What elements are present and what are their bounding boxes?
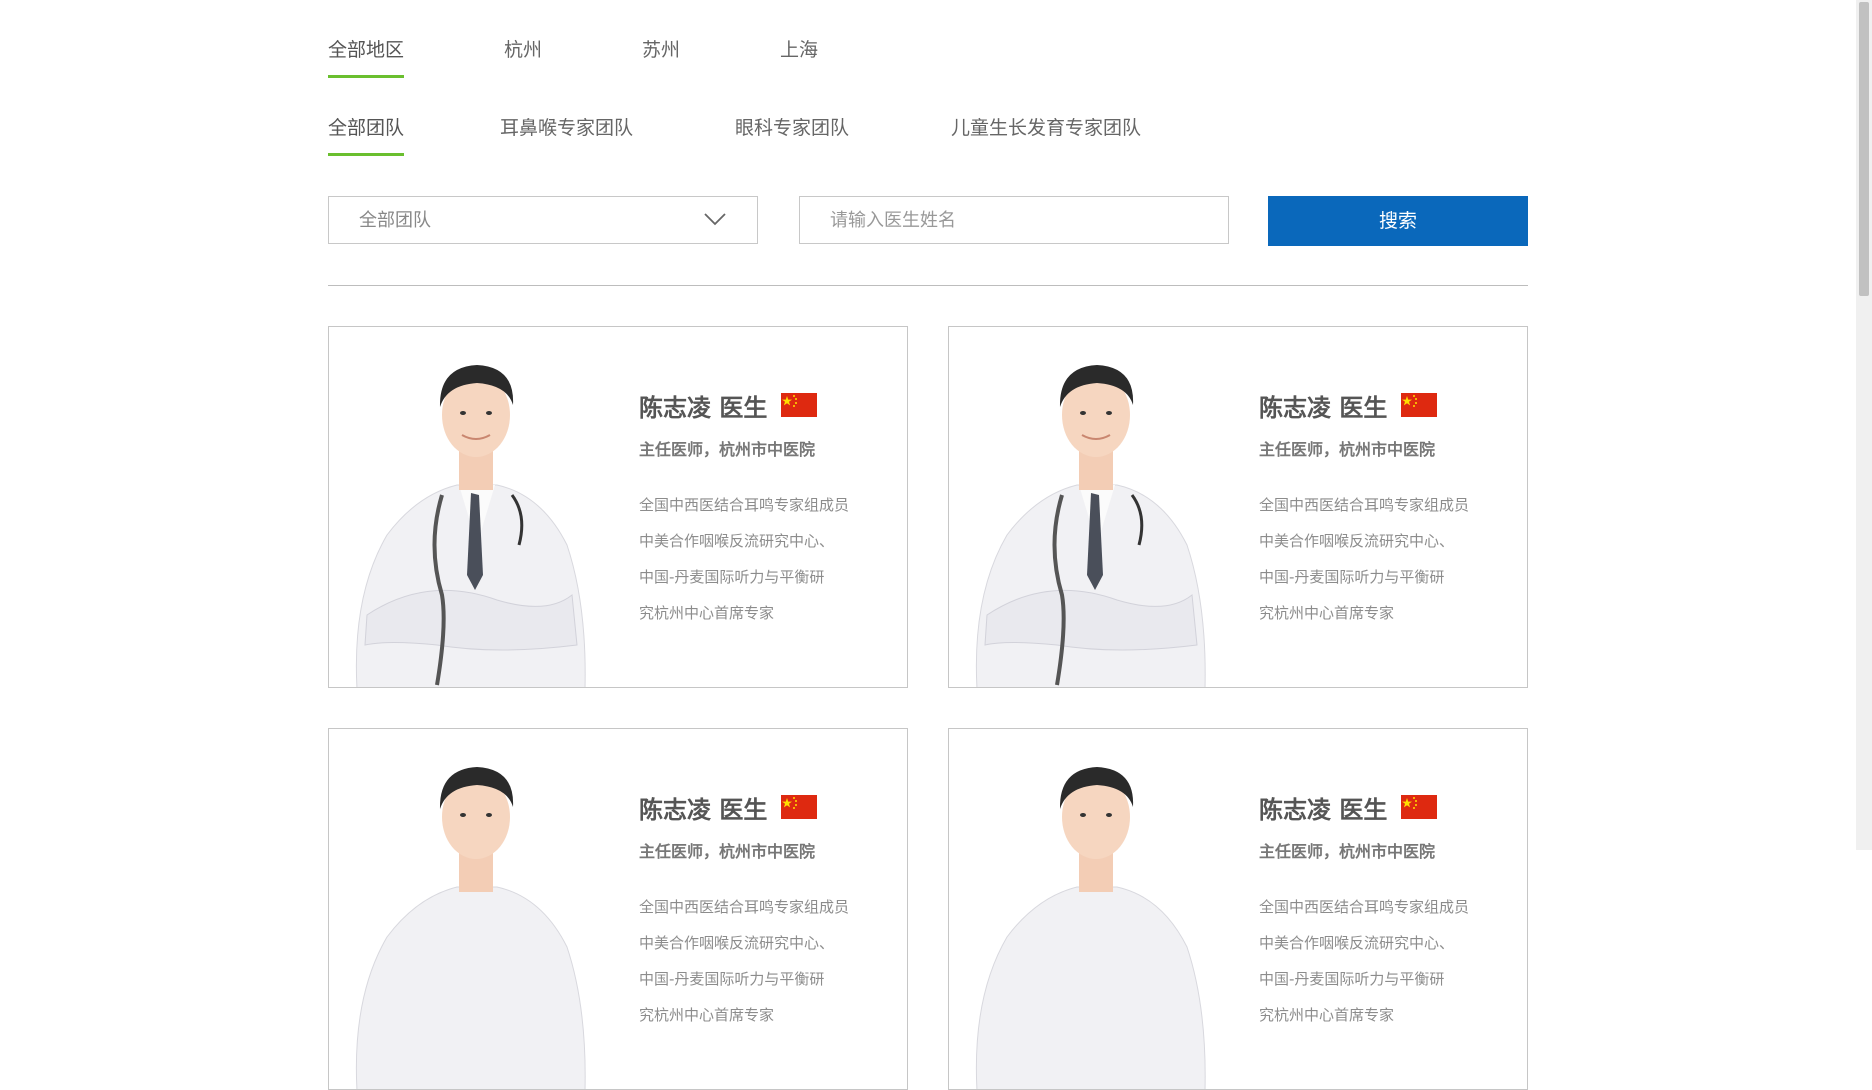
doctor-desc-line: 中国-丹麦国际听力与平衡研 [639, 970, 825, 988]
doctor-photo [355, 767, 586, 1089]
tab-region-shanghai[interactable]: 上海 [780, 30, 818, 74]
doctor-photo [975, 767, 1206, 1089]
doctor-info: 陈志凌 医生 主任医师，杭州市中医院 全国中西医结合耳鸣专家组成员 中美合作咽喉… [1259, 787, 1519, 1033]
scrollbar-thumb[interactable] [1859, 2, 1869, 296]
doctor-photo [355, 365, 586, 687]
doctor-title: 主任医师，杭州市中医院 [1259, 842, 1436, 861]
doctor-description: 全国中西医结合耳鸣专家组成员 中美合作咽喉反流研究中心、 中国-丹麦国际听力与平… [639, 487, 899, 631]
search-button[interactable]: 搜索 [1268, 196, 1528, 246]
doctor-info: 陈志凌 医生 主任医师，杭州市中医院 全国中西医结合耳鸣专家组成员 中美合作咽喉… [639, 385, 899, 631]
doctor-desc-line: 全国中西医结合耳鸣专家组成员 [1259, 898, 1470, 916]
doctor-name: 陈志凌 医生 [639, 393, 768, 422]
doctor-info: 陈志凌 医生 主任医师，杭州市中医院 全国中西医结合耳鸣专家组成员 中美合作咽喉… [1259, 385, 1519, 631]
doctor-name: 陈志凌 医生 [1259, 393, 1388, 422]
doctor-desc-line: 中美合作咽喉反流研究中心、 [639, 532, 835, 550]
china-flag-icon [781, 393, 818, 417]
doctor-desc-line: 中美合作咽喉反流研究中心、 [1259, 934, 1455, 952]
doctor-desc-line: 究杭州中心首席专家 [639, 604, 775, 622]
doctor-card[interactable]: 陈志凌 医生 主任医师，杭州市中医院 全国中西医结合耳鸣专家组成员 中美合作咽喉… [948, 728, 1528, 1090]
tab-region-suzhou[interactable]: 苏州 [642, 30, 680, 74]
doctor-name-input-box [799, 196, 1229, 244]
doctor-title: 主任医师，杭州市中医院 [639, 440, 816, 459]
doctor-desc-line: 究杭州中心首席专家 [1259, 604, 1395, 622]
vertical-scrollbar[interactable] [1856, 0, 1872, 850]
tab-region-all[interactable]: 全部地区 [328, 30, 405, 78]
tab-team-child-growth[interactable]: 儿童生长发育专家团队 [951, 108, 1141, 152]
doctor-desc-line: 中国-丹麦国际听力与平衡研 [639, 568, 825, 586]
tab-region-hangzhou[interactable]: 杭州 [504, 30, 542, 74]
doctor-desc-line: 中美合作咽喉反流研究中心、 [639, 934, 835, 952]
tab-team-all[interactable]: 全部团队 [328, 108, 405, 156]
doctor-name: 陈志凌 医生 [1259, 795, 1388, 824]
doctor-card[interactable]: 陈志凌 医生 主任医师，杭州市中医院 全国中西医结合耳鸣专家组成员 中美合作咽喉… [948, 326, 1528, 688]
doctor-description: 全国中西医结合耳鸣专家组成员 中美合作咽喉反流研究中心、 中国-丹麦国际听力与平… [1259, 487, 1519, 631]
doctor-desc-line: 中美合作咽喉反流研究中心、 [1259, 532, 1455, 550]
doctor-card[interactable]: 陈志凌 医生 主任医师，杭州市中医院 全国中西医结合耳鸣专家组成员 中美合作咽喉… [328, 326, 908, 688]
chevron-down-icon [704, 213, 726, 226]
doctor-card[interactable]: 陈志凌 医生 主任医师，杭州市中医院 全国中西医结合耳鸣专家组成员 中美合作咽喉… [328, 728, 908, 1090]
china-flag-icon [781, 795, 818, 819]
doctor-desc-line: 全国中西医结合耳鸣专家组成员 [639, 496, 850, 514]
doctor-desc-line: 中国-丹麦国际听力与平衡研 [1259, 568, 1445, 586]
team-select-value: 全部团队 [359, 210, 431, 231]
doctor-title: 主任医师，杭州市中医院 [1259, 440, 1436, 459]
doctor-name-input[interactable] [800, 197, 1228, 243]
region-tabs: 全部地区 杭州 苏州 上海 [328, 30, 908, 78]
team-tabs: 全部团队 耳鼻喉专家团队 眼科专家团队 儿童生长发育专家团队 [328, 108, 1231, 156]
team-select[interactable]: 全部团队 [328, 196, 758, 244]
doctor-desc-line: 全国中西医结合耳鸣专家组成员 [1259, 496, 1470, 514]
tab-team-ophthalmology[interactable]: 眼科专家团队 [735, 108, 849, 152]
china-flag-icon [1401, 795, 1438, 819]
doctor-desc-line: 全国中西医结合耳鸣专家组成员 [639, 898, 850, 916]
doctor-info: 陈志凌 医生 主任医师，杭州市中医院 全国中西医结合耳鸣专家组成员 中美合作咽喉… [639, 787, 899, 1033]
doctor-name: 陈志凌 医生 [639, 795, 768, 824]
doctor-title: 主任医师，杭州市中医院 [639, 842, 816, 861]
china-flag-icon [1401, 393, 1438, 417]
doctor-desc-line: 中国-丹麦国际听力与平衡研 [1259, 970, 1445, 988]
divider [328, 285, 1528, 286]
doctor-desc-line: 究杭州中心首席专家 [1259, 1006, 1395, 1024]
doctor-list-page: 全部地区 杭州 苏州 上海 全部团队 耳鼻喉专家团队 眼科专家团队 儿童生长发育… [0, 0, 1856, 1090]
doctor-desc-line: 究杭州中心首席专家 [639, 1006, 775, 1024]
doctor-description: 全国中西医结合耳鸣专家组成员 中美合作咽喉反流研究中心、 中国-丹麦国际听力与平… [1259, 889, 1519, 1033]
doctor-description: 全国中西医结合耳鸣专家组成员 中美合作咽喉反流研究中心、 中国-丹麦国际听力与平… [639, 889, 899, 1033]
doctor-photo [975, 365, 1206, 687]
tab-team-ent[interactable]: 耳鼻喉专家团队 [500, 108, 633, 152]
